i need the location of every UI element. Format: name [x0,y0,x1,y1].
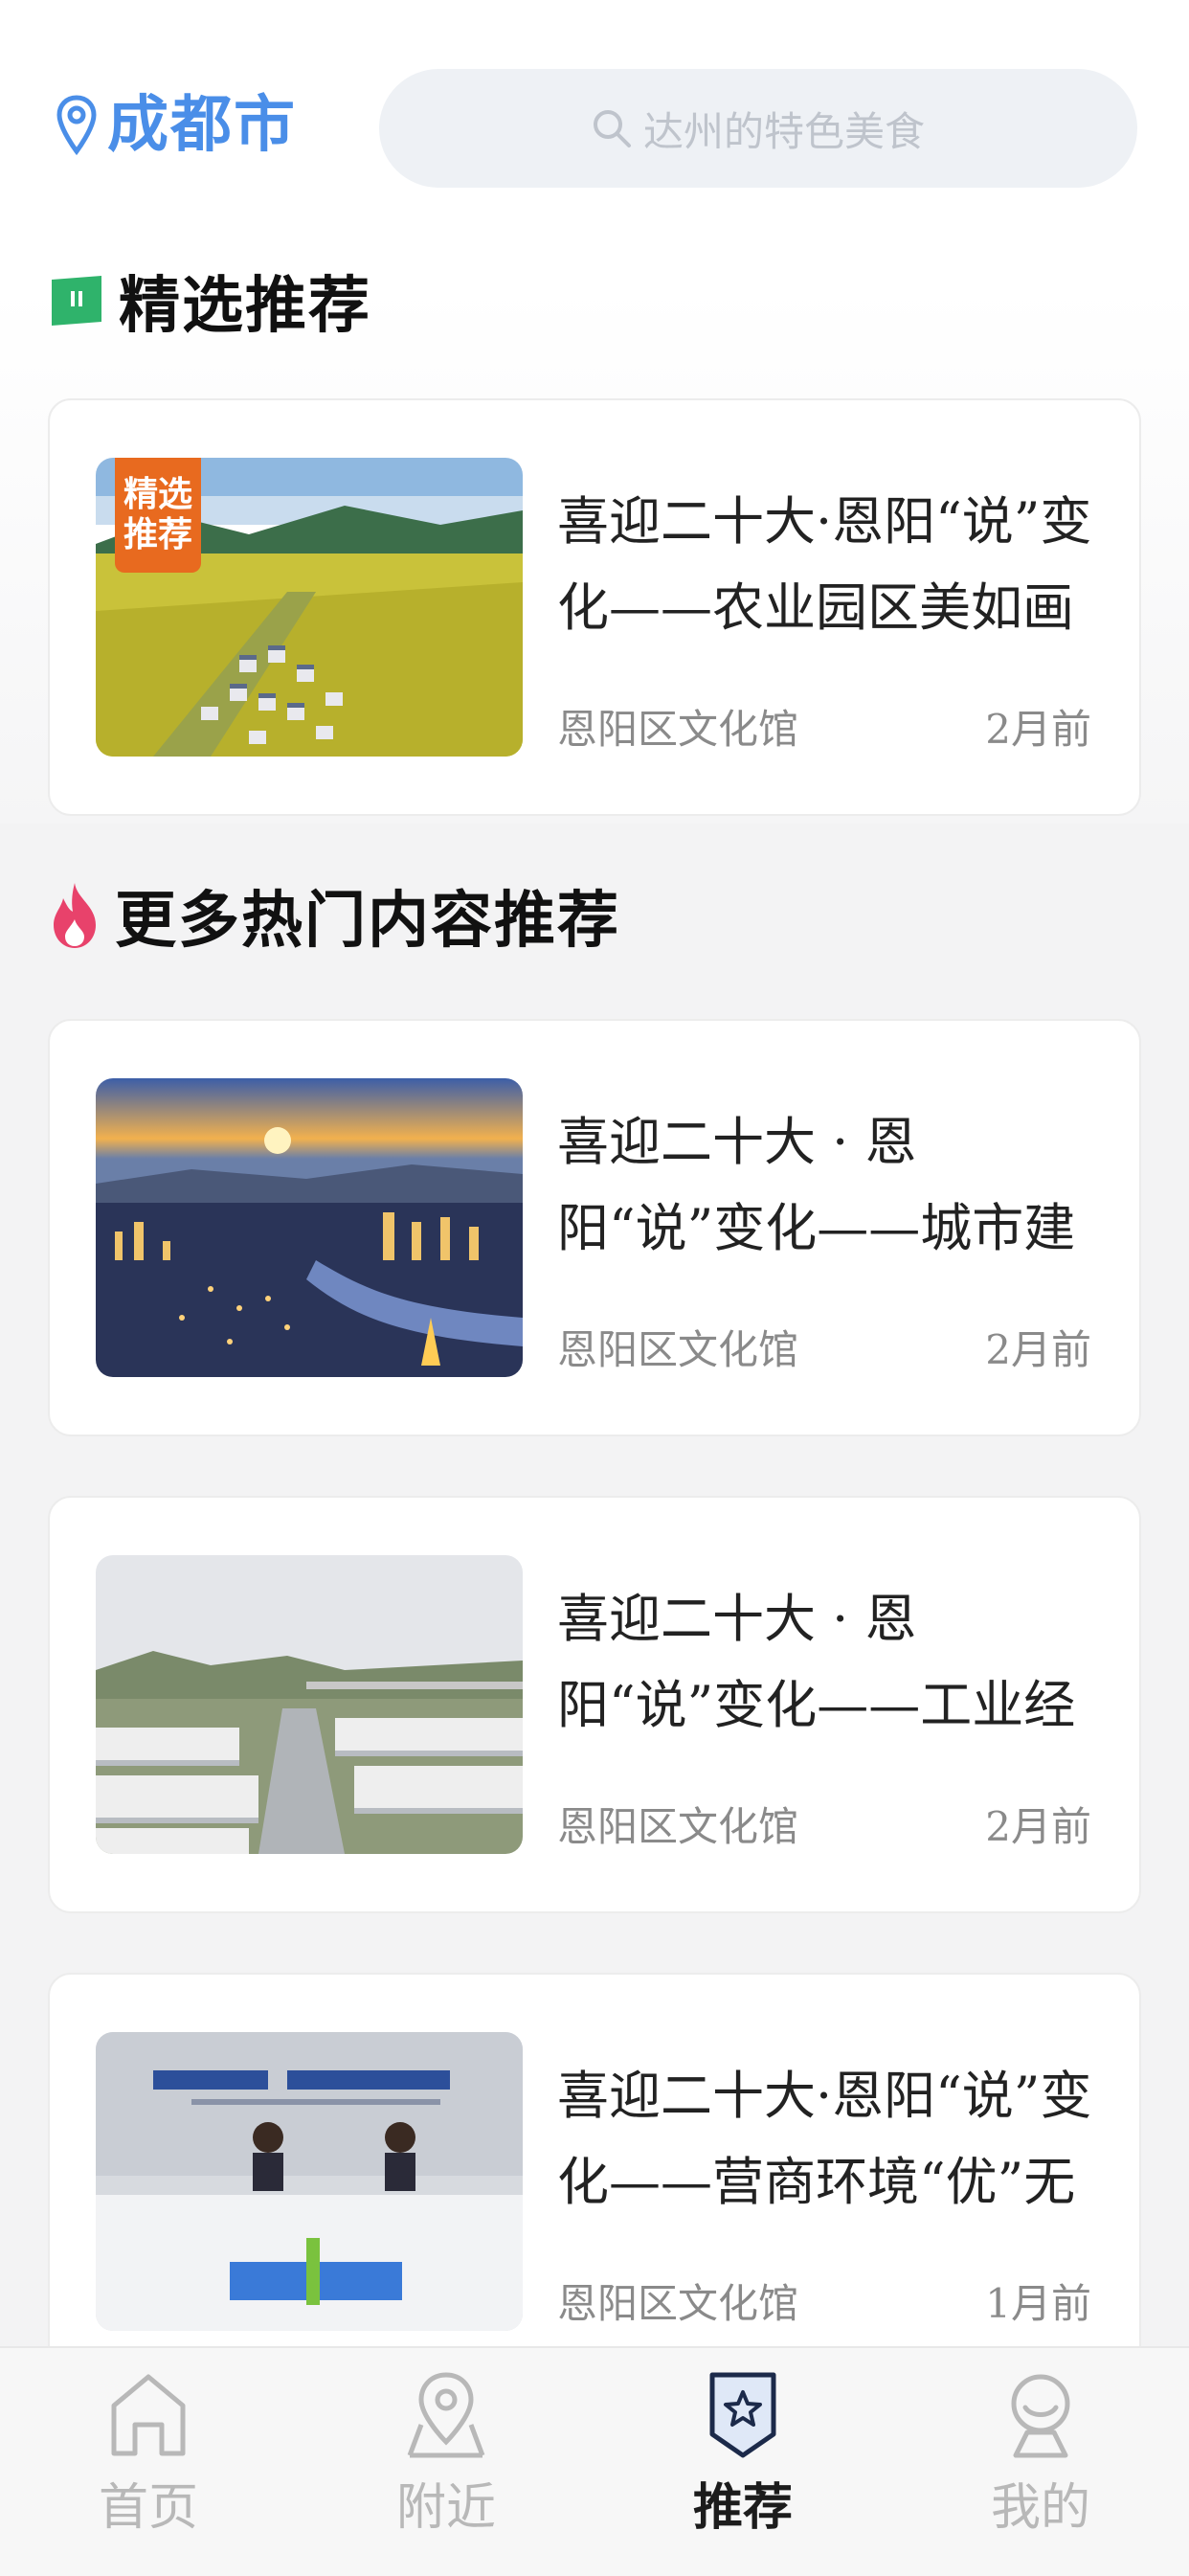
city-name: 成都市 [107,90,297,161]
flame-icon [54,883,96,948]
tab-recommend[interactable]: 推荐 [638,2367,848,2539]
map-pin-icon [407,2372,485,2458]
hot-card[interactable]: 喜迎二十大 · 恩阳“说”变化——城市建 恩阳区文化馆 2月前 [48,1019,1141,1436]
hot-section-header: 更多热门内容推荐 [48,871,620,960]
bottom-tab-bar: 首页 附近 推荐 我的 [0,2346,1189,2576]
search-placeholder: 达州的特色美食 [642,107,925,155]
hot-source-2: 恩阳区文化馆 [557,1803,799,1850]
tab-nearby-label: 附近 [395,2479,496,2537]
hot-time-2: 2月前 [985,1803,1091,1850]
home-icon [111,2374,186,2456]
tab-nearby[interactable]: 附近 [341,2367,551,2539]
profile-icon [1011,2374,1070,2458]
hot-thumbnail-2 [96,1555,523,1854]
featured-source: 恩阳区文化馆 [557,706,799,753]
tab-home[interactable]: 首页 [43,2367,254,2539]
badge-line-2: 推荐 [123,515,192,554]
search-icon [593,110,631,147]
hot-source-1: 恩阳区文化馆 [557,1326,799,1373]
hot-title-1: 喜迎二十大 · 恩阳“说”变化——城市建 [557,1112,1076,1258]
featured-section-title: 精选推荐 [119,270,371,342]
featured-thumbnail: 精选 推荐 [96,458,523,757]
hot-thumbnail-3 [96,2032,523,2331]
featured-title: 喜迎二十大·恩阳“说”变化——农业园区美如画 [557,491,1092,638]
featured-badge: 精选 推荐 [115,458,201,573]
featured-section-header: 精选推荐 [48,257,371,345]
featured-icon [52,276,101,326]
hot-thumbnail-1 [96,1078,523,1377]
hot-time-3: 1月前 [985,2280,1091,2327]
featured-time: 2月前 [985,706,1091,753]
tab-home-label: 首页 [98,2479,198,2537]
hot-section-title: 更多热门内容推荐 [115,885,620,957]
hot-card[interactable]: 喜迎二十大 · 恩阳“说”变化——工业经 恩阳区文化馆 2月前 [48,1496,1141,1913]
badge-line-1: 精选 [123,475,192,514]
hot-source-3: 恩阳区文化馆 [557,2280,799,2327]
tab-mine[interactable]: 我的 [935,2367,1146,2539]
location-pin-icon [56,95,97,156]
header: 成都市 达州的特色美食 [0,67,1189,188]
hot-time-1: 2月前 [985,1326,1091,1373]
hot-title-2: 喜迎二十大 · 恩阳“说”变化——工业经 [557,1589,1076,1735]
city-selector[interactable]: 成都市 [56,94,297,157]
tab-mine-label: 我的 [990,2479,1090,2537]
featured-card[interactable]: 精选 推荐 喜迎二十大·恩阳“说”变化——农业园区美如画 恩阳区文化馆 2月前 [48,398,1141,816]
star-badge-icon [709,2372,776,2458]
hot-title-3: 喜迎二十大·恩阳“说”变化——营商环境“优”无 [557,2066,1092,2212]
hot-card[interactable]: 喜迎二十大·恩阳“说”变化——营商环境“优”无 恩阳区文化馆 1月前 [48,1973,1141,2390]
tab-recommend-label: 推荐 [692,2478,793,2537]
search-input[interactable]: 达州的特色美食 [379,69,1137,188]
